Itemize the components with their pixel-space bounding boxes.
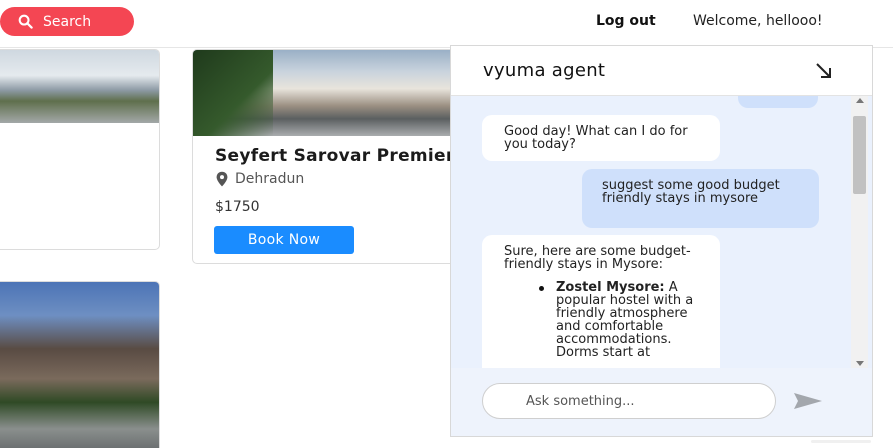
list-item: Zostel Mysore: A popular hostel with a f… <box>539 281 698 359</box>
book-now-button[interactable]: Book Now <box>214 226 354 254</box>
search-icon <box>18 14 33 29</box>
hotel-card <box>0 281 160 448</box>
minimize-chat-icon[interactable] <box>813 60 835 82</box>
hotel-image <box>0 282 159 448</box>
suggestion-list: Zostel Mysore: A popular hostel with a f… <box>504 281 698 359</box>
hotel-location-text: Dehradun <box>235 171 305 187</box>
top-bar: Search Log out Welcome, hellooo! <box>0 0 893 48</box>
page-edge-element <box>811 440 871 443</box>
logout-link[interactable]: Log out <box>596 13 656 29</box>
hotel-location: Dehradun <box>215 171 304 187</box>
user-message-bubble <box>738 96 818 108</box>
hotel-name: Seyfert Sarovar Premiere <box>215 146 462 166</box>
user-message-bubble: suggest some good budget friendly stays … <box>582 169 819 228</box>
user-message-text: suggest some good budget friendly stays … <box>602 178 780 206</box>
agent-message-bubble: Sure, here are some budget-friendly stay… <box>482 235 720 368</box>
send-icon[interactable] <box>793 392 823 410</box>
agent-message-text: Good day! What can I do for you today? <box>504 124 688 152</box>
hotel-image <box>193 50 461 136</box>
hotel-card: Seyfert Sarovar Premiere Dehradun $1750 … <box>192 49 462 264</box>
chat-messages[interactable]: Good day! What can I do for you today? s… <box>451 96 872 368</box>
chat-title: vyuma agent <box>483 60 606 81</box>
search-button[interactable]: Search <box>0 7 134 36</box>
search-button-label: Search <box>43 13 92 30</box>
scroll-up-arrow-icon[interactable] <box>856 98 864 103</box>
agent-message-bubble: Good day! What can I do for you today? <box>482 115 720 161</box>
hotel-price: $1750 <box>215 199 260 215</box>
chat-header: vyuma agent <box>451 46 872 96</box>
agent-message-text: Sure, here are some budget-friendly stay… <box>504 244 691 272</box>
hotel-card <box>0 49 160 250</box>
chat-scrollbar[interactable] <box>851 96 868 368</box>
scroll-down-arrow-icon[interactable] <box>856 361 864 366</box>
hotel-image <box>0 50 159 123</box>
chat-panel: vyuma agent Good day! What can I do for … <box>450 45 873 437</box>
chat-footer <box>451 368 872 436</box>
scrollbar-thumb[interactable] <box>853 116 866 194</box>
welcome-text: Welcome, hellooo! <box>693 13 823 29</box>
chat-message-input[interactable] <box>482 383 776 419</box>
map-pin-icon <box>216 171 228 187</box>
